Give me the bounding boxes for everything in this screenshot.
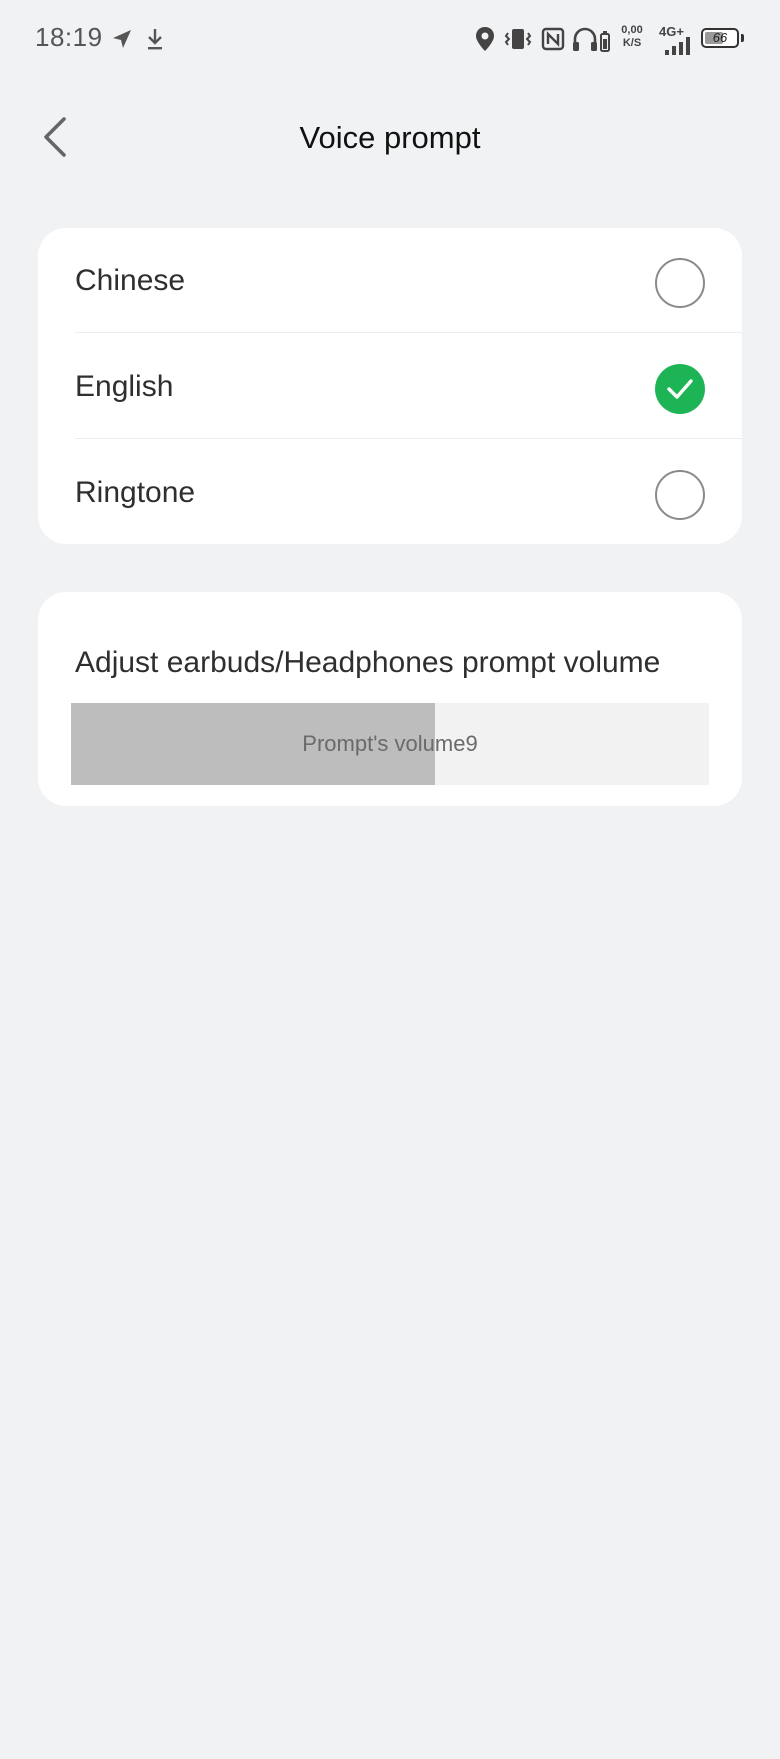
network-speed: 0,00 K/S	[616, 24, 648, 50]
radio-button[interactable]	[655, 364, 705, 414]
location-pin-icon	[474, 24, 496, 54]
page-title: Voice prompt	[299, 120, 481, 155]
radio-button[interactable]	[655, 470, 705, 520]
battery-level: 66	[712, 30, 728, 45]
voice-prompt-options-card: Chinese English Ringtone	[38, 228, 742, 544]
headphones-battery-icon	[572, 24, 612, 54]
option-ringtone[interactable]: Ringtone	[38, 442, 742, 547]
nfc-icon	[540, 24, 566, 54]
option-label: English	[75, 370, 174, 403]
option-label: Chinese	[75, 264, 186, 297]
divider	[75, 332, 742, 333]
network-speed-unit: K/S	[622, 37, 642, 49]
status-bar: 18:19 0,00 K/S 4G+ 66	[0, 0, 780, 78]
network-speed-value: 0,00	[621, 24, 643, 36]
battery-tip	[741, 34, 744, 42]
option-chinese[interactable]: Chinese	[38, 230, 742, 335]
radio-button[interactable]	[655, 258, 705, 308]
header: Voice prompt	[0, 90, 780, 186]
signal-bars-icon	[663, 30, 695, 60]
vibrate-icon	[503, 24, 533, 54]
download-icon	[144, 24, 166, 54]
volume-label: Prompt's volume9	[302, 731, 478, 756]
battery-indicator: 66	[701, 28, 739, 48]
option-label: Ringtone	[75, 476, 196, 509]
volume-title: Adjust earbuds/Headphones prompt volume	[75, 646, 661, 679]
checkmark-icon	[667, 379, 693, 399]
status-time: 18:19	[35, 22, 103, 52]
prompt-volume-slider[interactable]: Prompt's volume9	[71, 703, 709, 785]
option-english[interactable]: English	[38, 336, 742, 441]
divider	[75, 438, 742, 439]
prompt-volume-card: Adjust earbuds/Headphones prompt volume …	[38, 592, 742, 806]
navigation-arrow-icon	[110, 24, 134, 54]
